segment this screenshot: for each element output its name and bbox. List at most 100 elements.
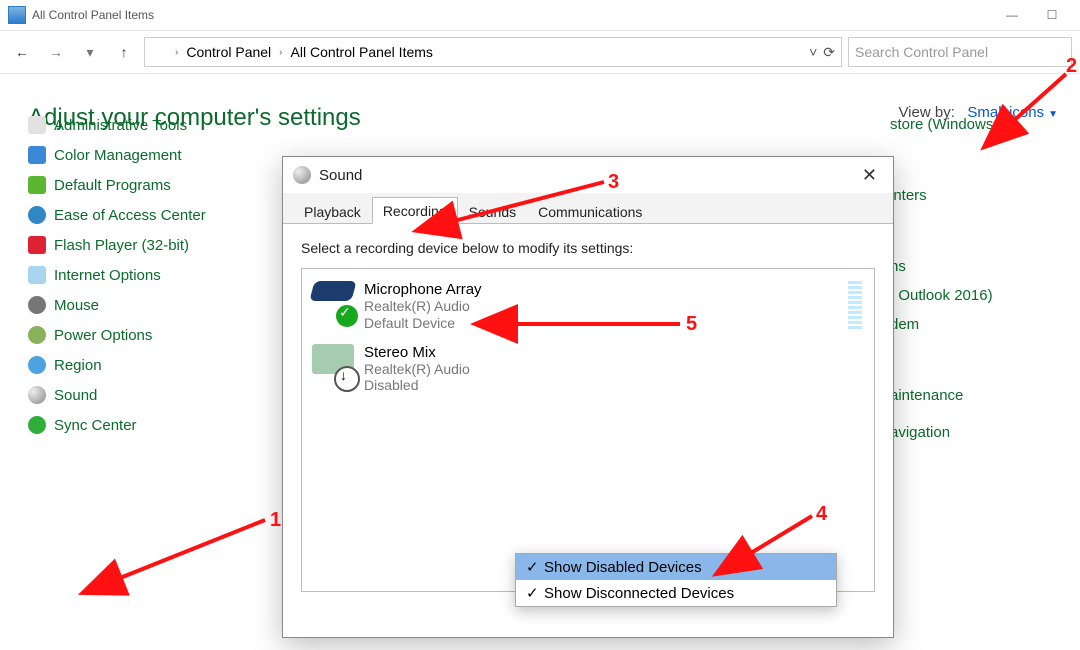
device-microphone-array[interactable]: Microphone Array Realtek(R) Audio Defaul… xyxy=(308,275,868,338)
speaker-icon xyxy=(28,386,46,404)
cp-item-label: Sync Center xyxy=(54,417,137,434)
menu-show-disconnected[interactable]: ✓ Show Disconnected Devices xyxy=(516,580,836,606)
soundcard-icon xyxy=(312,344,354,386)
breadcrumb-item[interactable]: Control Panel xyxy=(186,44,271,60)
cp-item-region[interactable]: Region xyxy=(28,350,258,380)
address-bar[interactable]: › Control Panel › All Control Panel Item… xyxy=(144,37,842,67)
device-stereo-mix[interactable]: Stereo Mix Realtek(R) Audio Disabled xyxy=(308,338,868,401)
search-placeholder: Search Control Panel xyxy=(855,44,988,60)
accessibility-icon xyxy=(28,206,46,224)
cp-item-flash-player[interactable]: Flash Player (32-bit) xyxy=(28,230,258,260)
menu-item-label: Show Disabled Devices xyxy=(544,559,702,576)
cp-item-label: t Outlook 2016) xyxy=(890,287,993,304)
microphone-icon xyxy=(312,281,354,323)
control-panel-icon xyxy=(151,44,167,60)
cp-item-partial[interactable]: ns xyxy=(890,252,1060,281)
cp-item-label: store (Windows 7) xyxy=(890,116,1011,133)
flash-icon xyxy=(28,236,46,254)
cp-item-partial[interactable]: dem xyxy=(890,310,1060,339)
dialog-instruction: Select a recording device below to modif… xyxy=(301,240,875,256)
window-title: All Control Panel Items xyxy=(32,8,154,22)
cp-item-administrative-tools[interactable]: Administrative Tools xyxy=(28,110,258,140)
annotation-label-1: 1 xyxy=(270,509,281,531)
dialog-body: Select a recording device below to modif… xyxy=(283,224,893,608)
cp-item-color-management[interactable]: Color Management xyxy=(28,140,258,170)
cp-item-label: Power Options xyxy=(54,327,152,344)
monitor-icon xyxy=(28,146,46,164)
folder-icon xyxy=(28,116,46,134)
mouse-icon xyxy=(28,296,46,314)
cp-item-label: Default Programs xyxy=(54,177,171,194)
device-driver: Realtek(R) Audio xyxy=(364,298,482,315)
search-input[interactable]: Search Control Panel xyxy=(848,37,1072,67)
cp-item-sync-center[interactable]: Sync Center xyxy=(28,410,258,440)
up-button[interactable]: ↑ xyxy=(110,38,138,66)
maximize-button[interactable]: ☐ xyxy=(1032,3,1072,27)
device-status: Disabled xyxy=(364,377,470,394)
refresh-button[interactable]: ⟳ xyxy=(823,44,835,61)
device-name: Microphone Array xyxy=(364,281,482,298)
cp-item-label: aintenance xyxy=(890,387,963,404)
tab-communications[interactable]: Communications xyxy=(527,198,653,224)
internet-icon xyxy=(28,266,46,284)
cp-item-label: Region xyxy=(54,357,102,374)
tab-playback[interactable]: Playback xyxy=(293,198,372,224)
cp-item-sound[interactable]: Sound xyxy=(28,380,258,410)
items-right-column: store (Windows 7) inters ns t Outlook 20… xyxy=(890,110,1060,447)
device-driver: Realtek(R) Audio xyxy=(364,361,470,378)
cp-item-label: Color Management xyxy=(54,147,182,164)
region-icon xyxy=(28,356,46,374)
dialog-tabs: Playback Recording Sounds Communications xyxy=(283,193,893,224)
cp-item-label: Flash Player (32-bit) xyxy=(54,237,189,254)
history-dropdown[interactable]: ˅ xyxy=(809,44,817,61)
chevron-right-icon: › xyxy=(175,47,178,58)
cp-item-partial[interactable]: inters xyxy=(890,181,1060,210)
cp-item-label: Internet Options xyxy=(54,267,161,284)
items-left-column: Administrative Tools Color Management De… xyxy=(28,110,258,440)
cp-item-label: Mouse xyxy=(54,297,99,314)
back-button[interactable]: ← xyxy=(8,38,36,66)
cp-item-partial[interactable]: store (Windows 7) xyxy=(890,110,1060,139)
titlebar: All Control Panel Items — ☐ xyxy=(0,0,1080,30)
cp-item-label: Administrative Tools xyxy=(54,117,187,134)
sync-icon xyxy=(28,416,46,434)
control-panel-window: All Control Panel Items — ☐ ← → ▾ ↑ › Co… xyxy=(0,0,1080,650)
close-button[interactable]: ✕ xyxy=(856,165,883,186)
cp-item-ease-of-access[interactable]: Ease of Access Center xyxy=(28,200,258,230)
disabled-icon xyxy=(334,366,360,392)
power-icon xyxy=(28,326,46,344)
level-meter xyxy=(848,281,862,329)
dialog-titlebar: Sound ✕ xyxy=(283,157,893,193)
menu-show-disabled[interactable]: ✓ Show Disabled Devices xyxy=(516,554,836,580)
cp-item-internet-options[interactable]: Internet Options xyxy=(28,260,258,290)
recent-dropdown[interactable]: ▾ xyxy=(76,38,104,66)
tab-sounds[interactable]: Sounds xyxy=(458,198,527,224)
cp-item-label: Ease of Access Center xyxy=(54,207,206,224)
cp-item-partial[interactable]: t Outlook 2016) xyxy=(890,281,1060,310)
cp-item-label: inters xyxy=(890,187,927,204)
device-status: Default Device xyxy=(364,315,482,332)
device-name: Stereo Mix xyxy=(364,344,470,361)
cp-item-label: avigation xyxy=(890,424,950,441)
device-list[interactable]: Microphone Array Realtek(R) Audio Defaul… xyxy=(301,268,875,592)
cp-item-partial[interactable]: aintenance xyxy=(890,381,1060,410)
check-icon xyxy=(334,303,360,329)
speaker-icon xyxy=(293,166,311,184)
menu-item-label: Show Disconnected Devices xyxy=(544,585,734,602)
cp-item-default-programs[interactable]: Default Programs xyxy=(28,170,258,200)
dialog-title: Sound xyxy=(319,167,362,184)
chevron-right-icon: › xyxy=(279,47,282,58)
cp-item-label: dem xyxy=(890,316,919,333)
navigation-bar: ← → ▾ ↑ › Control Panel › All Control Pa… xyxy=(0,30,1080,74)
check-icon: ✓ xyxy=(526,558,544,576)
forward-button[interactable]: → xyxy=(42,38,70,66)
tab-recording[interactable]: Recording xyxy=(372,197,458,224)
cp-item-power-options[interactable]: Power Options xyxy=(28,320,258,350)
cp-item-label: Sound xyxy=(54,387,97,404)
cp-item-mouse[interactable]: Mouse xyxy=(28,290,258,320)
minimize-button[interactable]: — xyxy=(992,3,1032,27)
breadcrumb-item[interactable]: All Control Panel Items xyxy=(291,44,433,60)
context-menu: ✓ Show Disabled Devices ✓ Show Disconnec… xyxy=(515,553,837,607)
cp-item-partial[interactable]: avigation xyxy=(890,418,1060,447)
control-panel-icon xyxy=(8,6,26,24)
